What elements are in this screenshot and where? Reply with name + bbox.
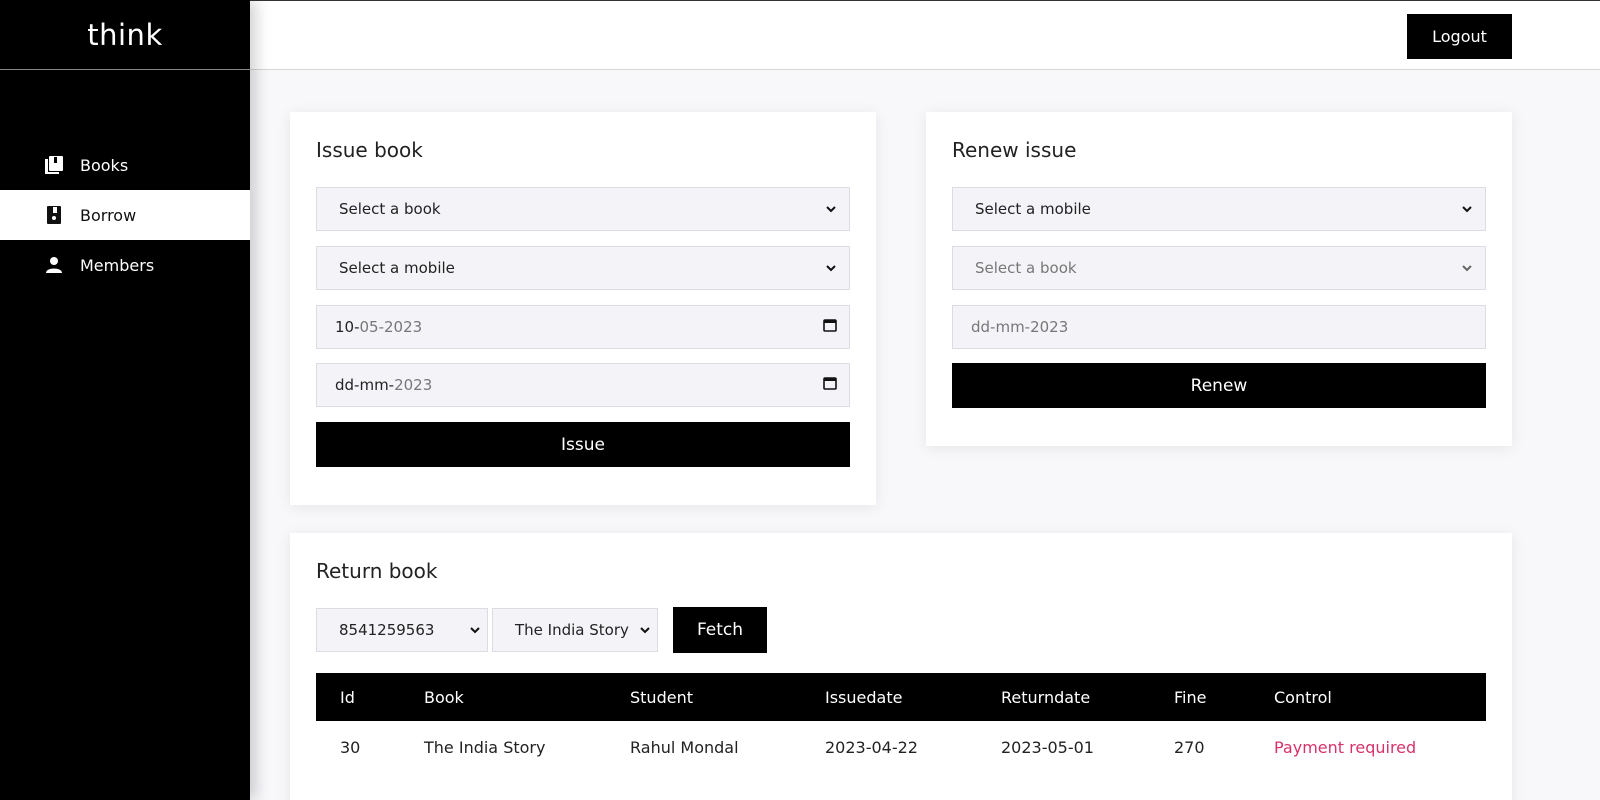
fetch-button[interactable]: Fetch (673, 607, 767, 653)
return-book-card: Return book 8541259563 The India Story F… (290, 533, 1512, 800)
cell-returndate: 2023-05-01 (1001, 737, 1094, 757)
return-mobile-select-value: 8541259563 (339, 621, 435, 639)
column-header-returndate: Returndate (977, 673, 1150, 721)
renew-date-input[interactable]: dd-mm-2023 (952, 305, 1486, 349)
cell-fine: 270 (1174, 737, 1205, 757)
chevron-down-icon (1461, 203, 1473, 215)
return-book-select-value: The India Story (515, 621, 629, 639)
table-row: 30 The India Story Rahul Mondal 2023-04-… (316, 721, 1486, 773)
return-book-select[interactable]: The India Story (492, 608, 658, 652)
issue-book-card: Issue book Select a book Select a mobile… (290, 112, 876, 505)
sidebar-item-label: Books (80, 155, 129, 175)
sidebar: think Books Borrow Members (0, 0, 250, 800)
borrow-icon (44, 205, 64, 225)
sidebar-item-members[interactable]: Members (0, 240, 250, 290)
chevron-down-icon (639, 624, 651, 636)
issue-book-title: Issue book (316, 138, 423, 162)
chevron-down-icon (469, 624, 481, 636)
top-bar: Logout (250, 0, 1600, 70)
column-header-id: Id (316, 673, 400, 721)
column-header-issuedate: Issuedate (801, 673, 977, 721)
cell-student: Rahul Mondal (630, 737, 739, 757)
books-icon (44, 155, 64, 175)
renew-issue-card: Renew issue Select a mobile Select a boo… (926, 112, 1512, 446)
sidebar-item-books[interactable]: Books (0, 140, 250, 190)
issue-button[interactable]: Issue (316, 422, 850, 467)
return-book-title: Return book (316, 559, 438, 583)
renew-book-select[interactable]: Select a book (952, 246, 1486, 290)
renew-date-placeholder: dd-mm-2023 (971, 318, 1069, 336)
logout-button[interactable]: Logout (1407, 14, 1512, 59)
issue-date-value: 10-05-2023 (335, 318, 423, 336)
sidebar-nav: Books Borrow Members (0, 140, 250, 290)
renew-mobile-select-value: Select a mobile (975, 200, 1091, 218)
table-header-row: Id Book Student Issuedate Returndate Fin… (316, 673, 1486, 721)
renew-issue-title: Renew issue (952, 138, 1077, 162)
calendar-icon[interactable] (823, 318, 837, 336)
issue-book-select[interactable]: Select a book (316, 187, 850, 231)
cell-id: 30 (340, 737, 361, 757)
cell-book: The India Story (424, 737, 546, 757)
column-header-student: Student (606, 673, 801, 721)
chevron-down-icon (825, 262, 837, 274)
brand-logo: think (0, 0, 250, 70)
person-icon (44, 255, 64, 275)
issue-date-input[interactable]: 10-05-2023 (316, 305, 850, 349)
renew-book-select-value: Select a book (975, 259, 1077, 277)
issue-mobile-select[interactable]: Select a mobile (316, 246, 850, 290)
sidebar-item-borrow[interactable]: Borrow (0, 190, 250, 240)
issue-book-select-value: Select a book (339, 200, 441, 218)
chevron-down-icon (825, 203, 837, 215)
payment-required-link[interactable]: Payment required (1250, 721, 1486, 773)
column-header-control: Control (1250, 673, 1486, 721)
chevron-down-icon (1461, 262, 1473, 274)
sidebar-item-label: Members (80, 255, 155, 275)
cell-issuedate: 2023-04-22 (825, 737, 918, 757)
return-mobile-select[interactable]: 8541259563 (316, 608, 488, 652)
return-table: Id Book Student Issuedate Returndate Fin… (316, 673, 1486, 773)
issue-mobile-select-value: Select a mobile (339, 259, 455, 277)
renew-button[interactable]: Renew (952, 363, 1486, 408)
sidebar-item-label: Borrow (80, 205, 137, 225)
column-header-book: Book (400, 673, 606, 721)
return-date-input[interactable]: dd-mm-2023 (316, 363, 850, 407)
calendar-icon[interactable] (823, 376, 837, 394)
column-header-fine: Fine (1150, 673, 1250, 721)
return-date-value: dd-mm-2023 (335, 376, 433, 394)
renew-mobile-select[interactable]: Select a mobile (952, 187, 1486, 231)
